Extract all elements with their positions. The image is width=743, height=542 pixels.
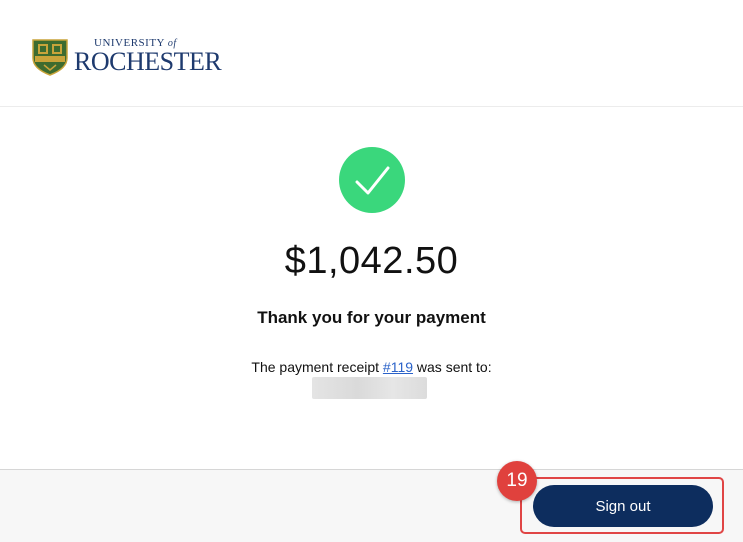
redacted-email <box>312 377 427 399</box>
thank-you-message: Thank you for your payment <box>257 308 486 327</box>
page-header: UNIVERSITY of ROCHESTER <box>0 0 743 107</box>
step-badge: 19 <box>497 461 537 501</box>
sign-out-button[interactable]: Sign out <box>533 485 713 527</box>
payment-amount: $1,042.50 <box>284 240 459 282</box>
receipt-text: The payment receipt #119 was sent to: <box>251 359 492 375</box>
shield-icon <box>32 39 68 76</box>
success-check-icon <box>339 147 405 213</box>
logo-main-text: ROCHESTER <box>74 46 222 76</box>
receipt-link[interactable]: #119 <box>383 359 413 375</box>
university-logo[interactable]: UNIVERSITY of ROCHESTER <box>30 36 222 76</box>
